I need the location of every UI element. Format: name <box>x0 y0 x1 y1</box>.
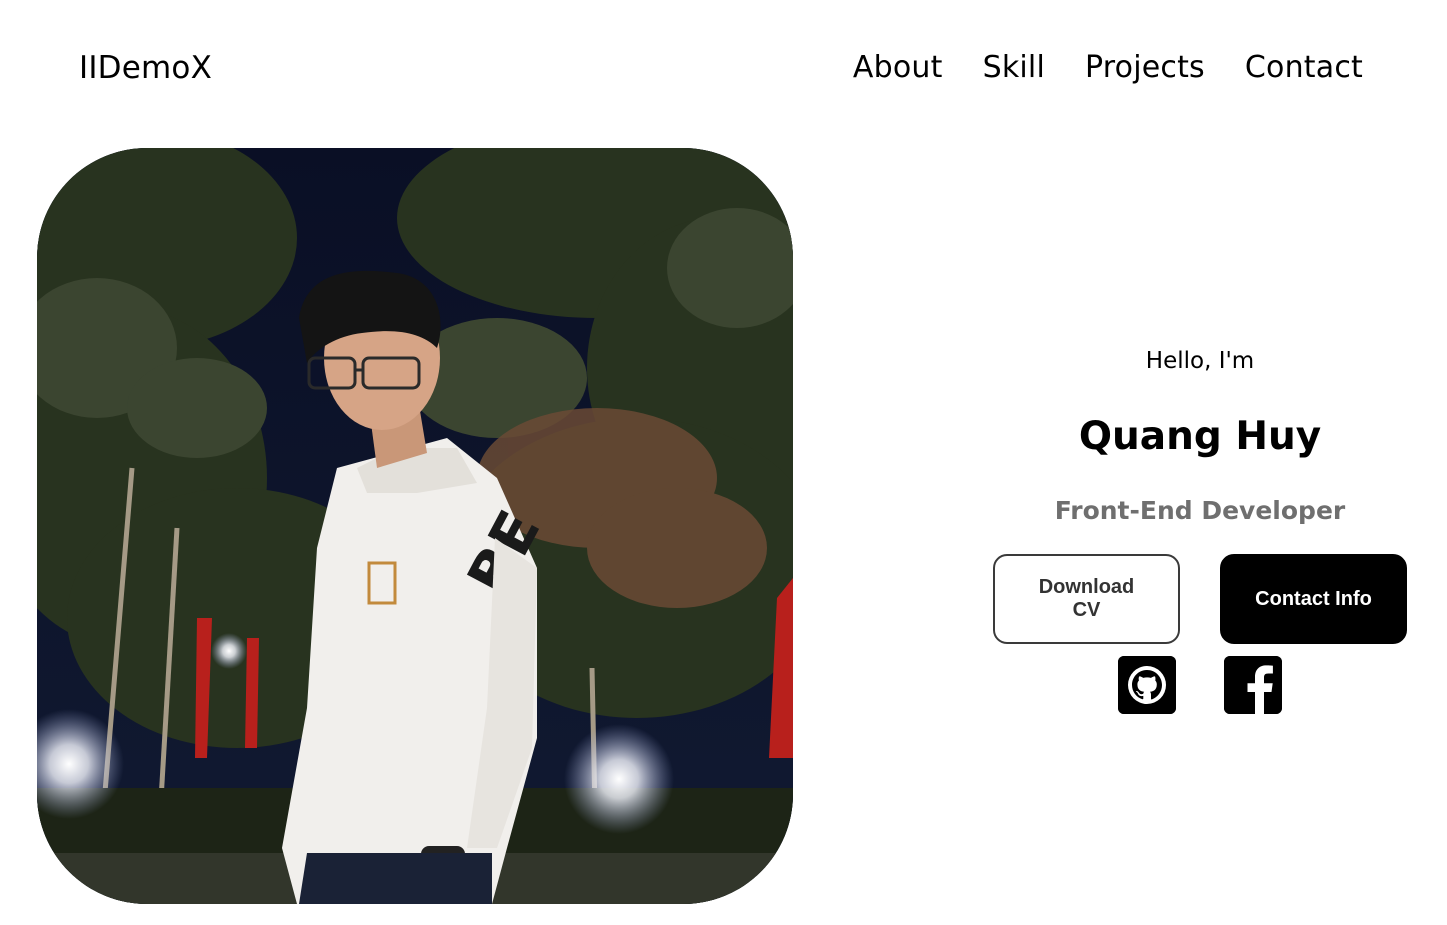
nav-link-projects[interactable]: Projects <box>1085 48 1205 88</box>
profile-photo-illustration: BE <box>37 148 793 904</box>
nav-item-skill: Skill <box>983 48 1045 88</box>
profile-photo: BE <box>37 148 793 904</box>
nav-item-contact: Contact <box>1245 48 1363 88</box>
site-logo[interactable]: IIDemoX <box>79 48 212 88</box>
facebook-link[interactable] <box>1224 656 1282 714</box>
nav-item-projects: Projects <box>1085 48 1205 88</box>
profile-name: Quang Huy <box>1078 414 1322 459</box>
nav-link-contact[interactable]: Contact <box>1245 48 1363 88</box>
greeting-text: Hello, I'm <box>1145 348 1255 374</box>
github-icon <box>1118 656 1176 714</box>
top-navigation: IIDemoX About Skill Projects Contact <box>0 0 1447 135</box>
download-cv-button[interactable]: Download CV <box>993 554 1180 644</box>
contact-info-button[interactable]: Contact Info <box>1220 554 1407 644</box>
nav-links: About Skill Projects Contact <box>853 48 1363 88</box>
nav-link-about[interactable]: About <box>853 48 943 88</box>
social-links <box>990 656 1410 714</box>
github-link[interactable] <box>1118 656 1176 714</box>
portfolio-page: IIDemoX About Skill Projects Contact Hel… <box>0 0 1447 925</box>
profile-role: Front-End Developer <box>1054 496 1346 525</box>
nav-item-about: About <box>853 48 943 88</box>
facebook-icon <box>1224 656 1282 714</box>
nav-link-skill[interactable]: Skill <box>983 48 1045 88</box>
